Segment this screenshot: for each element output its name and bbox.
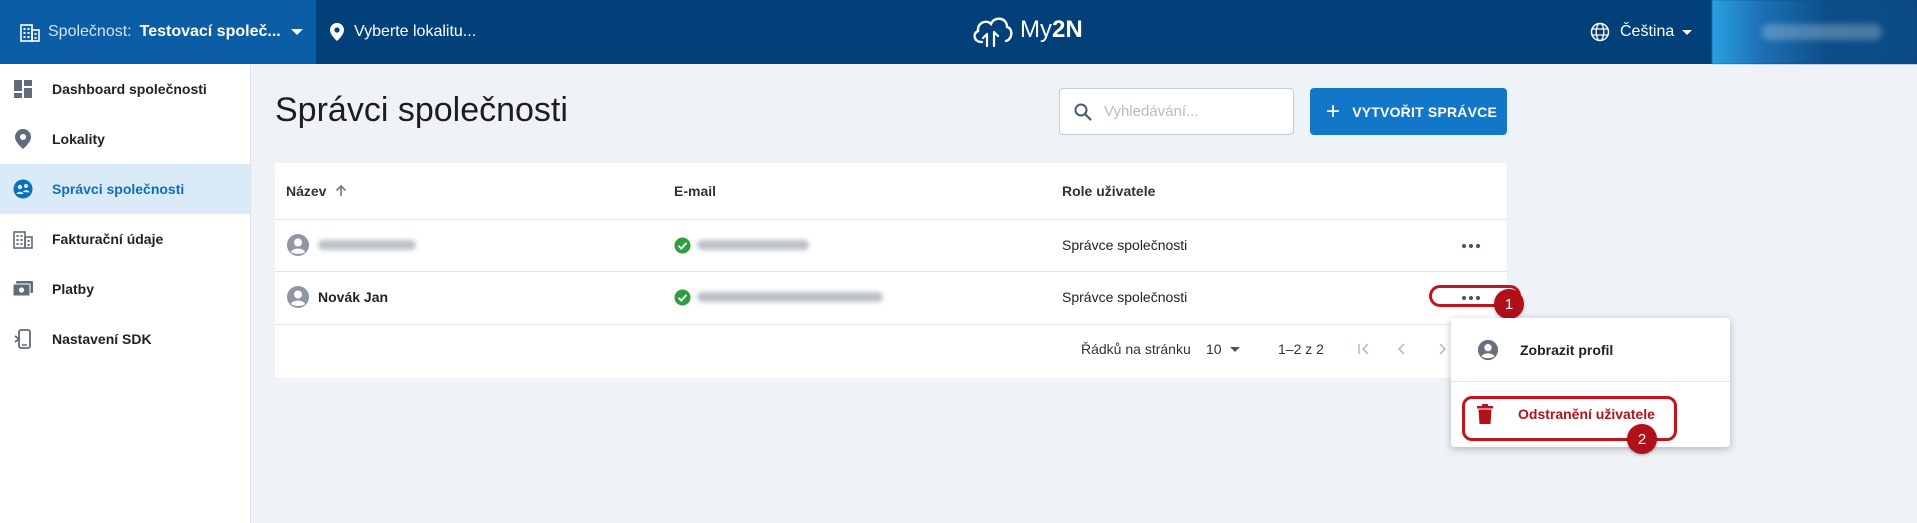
- location-placeholder: Vyberte lokalitu...: [354, 23, 477, 40]
- pagination-range: 1–2 z 2: [1278, 341, 1324, 357]
- avatar-icon: [287, 234, 309, 256]
- blurred-email: [697, 240, 809, 250]
- table-row-2-name[interactable]: Novák Jan: [286, 284, 388, 310]
- cloud-logo-icon: [973, 17, 1013, 48]
- sidebar-item-label: Fakturační údaje: [52, 231, 164, 247]
- search-input[interactable]: [1104, 103, 1284, 120]
- first-page-icon[interactable]: [1357, 337, 1371, 361]
- sidebar-item-admins[interactable]: Správci společnosti: [0, 164, 250, 214]
- plus-icon: +: [1326, 97, 1341, 125]
- chevron-down-icon: [1229, 346, 1240, 352]
- annotation-badge-2: 2: [1627, 424, 1657, 454]
- sidebar-item-label: Dashboard společnosti: [52, 81, 207, 97]
- table-row-1-role: Správce společnosti: [1062, 237, 1188, 253]
- rows-per-page-select[interactable]: 10: [1206, 337, 1240, 361]
- location-pin-icon: [330, 23, 344, 41]
- menu-divider: [1451, 381, 1730, 382]
- chevron-down-icon: [290, 29, 303, 35]
- search-box[interactable]: [1059, 88, 1294, 135]
- company-selector[interactable]: Společnost: Testovací společ...: [0, 0, 316, 64]
- admins-table: Název E-mail Role uživatele Správce spol…: [275, 163, 1507, 378]
- annotation-badge-1: 1: [1494, 289, 1524, 319]
- column-header-role[interactable]: Role uživatele: [1062, 163, 1155, 219]
- create-admin-label: VYTVOŘIT SPRÁVCE: [1352, 103, 1497, 120]
- payments-icon: [13, 279, 33, 299]
- location-icon: [13, 129, 33, 149]
- sidebar-item-payments[interactable]: Platby: [0, 264, 250, 314]
- row-divider: [275, 324, 1507, 325]
- billing-icon: [13, 229, 33, 249]
- menu-item-view-profile[interactable]: Zobrazit profil: [1451, 322, 1730, 378]
- rows-per-page-label: Řádků na stránku: [1081, 341, 1191, 357]
- search-icon: [1074, 103, 1092, 121]
- logo-text-2n: 2N: [1052, 16, 1083, 43]
- table-row-1-email: [674, 235, 809, 255]
- building-icon: [20, 24, 40, 42]
- logo-text-my: My: [1020, 16, 1052, 43]
- column-header-name[interactable]: Název: [286, 163, 348, 219]
- table-row-1-name[interactable]: [286, 232, 416, 258]
- sdk-icon: [13, 329, 33, 349]
- dashboard-icon: [13, 79, 33, 99]
- blurred-name: [318, 240, 416, 250]
- next-page-icon[interactable]: [1435, 337, 1449, 361]
- sidebar-item-locations[interactable]: Lokality: [0, 114, 250, 164]
- table-row-2-role: Správce společnosti: [1062, 289, 1188, 305]
- row-1-more-button[interactable]: [1459, 236, 1483, 256]
- sort-ascending-icon: [336, 184, 347, 196]
- previous-page-icon[interactable]: [1395, 337, 1409, 361]
- globe-icon: [1590, 22, 1610, 42]
- sidebar-item-billing[interactable]: Fakturační údaje: [0, 214, 250, 264]
- verified-check-icon: [674, 289, 691, 305]
- top-bar: Společnost: Testovací společ... Vyberte …: [0, 0, 1917, 64]
- sidebar-item-label: Správci společnosti: [52, 181, 185, 197]
- language-label: Čeština: [1620, 23, 1675, 40]
- user-menu[interactable]: [1712, 0, 1917, 64]
- sidebar-item-label: Platby: [52, 281, 95, 297]
- sidebar-item-sdk[interactable]: Nastavení SDK: [0, 314, 250, 364]
- table-row-2-email: [674, 287, 883, 307]
- my2n-logo[interactable]: My 2N: [970, 12, 1083, 48]
- verified-check-icon: [674, 237, 691, 253]
- create-admin-button[interactable]: + VYTVOŘIT SPRÁVCE: [1310, 88, 1507, 135]
- language-selector[interactable]: Čeština: [1590, 0, 1693, 64]
- column-header-email[interactable]: E-mail: [674, 163, 716, 219]
- chevron-down-icon: [1682, 29, 1693, 35]
- menu-item-label: Zobrazit profil: [1520, 342, 1614, 358]
- admins-icon: [13, 179, 33, 199]
- header-divider: [275, 219, 1507, 220]
- user-name: Novák Jan: [318, 289, 389, 305]
- company-label: Společnost:: [48, 23, 132, 40]
- sidebar-item-label: Lokality: [52, 131, 105, 147]
- profile-icon: [1477, 339, 1499, 361]
- location-selector[interactable]: Vyberte lokalitu...: [330, 0, 476, 64]
- avatar-icon: [287, 286, 309, 308]
- company-value: Testovací společ...: [139, 23, 281, 40]
- page-title: Správci společnosti: [275, 91, 568, 129]
- row-divider: [275, 271, 1507, 272]
- blurred-email: [697, 292, 883, 302]
- sidebar-item-dashboard[interactable]: Dashboard společnosti: [0, 64, 250, 114]
- user-name-blurred: [1762, 24, 1882, 40]
- sidebar-item-label: Nastavení SDK: [52, 331, 152, 347]
- sidebar: Dashboard společnosti Lokality Správci s…: [0, 64, 251, 523]
